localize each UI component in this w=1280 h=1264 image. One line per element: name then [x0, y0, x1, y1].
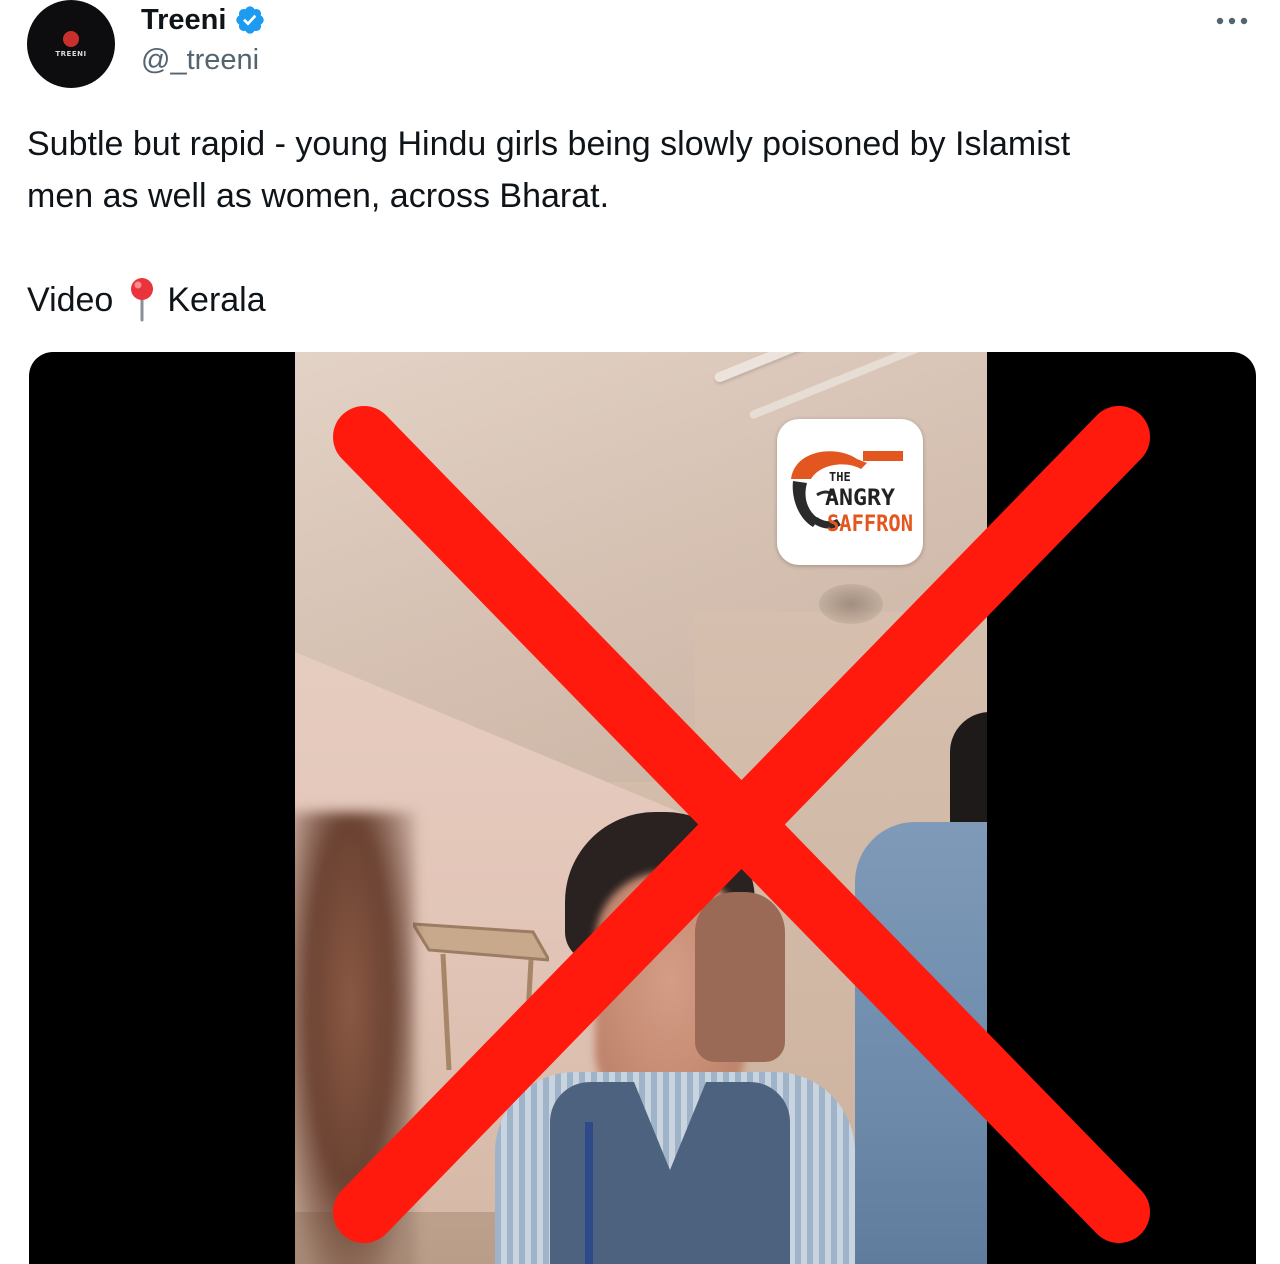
location-name: Kerala [167, 281, 266, 319]
avatar-text: TREENI [55, 49, 87, 58]
author-handle[interactable]: @_treeni [141, 44, 259, 77]
more-options-button[interactable] [1212, 8, 1252, 34]
location-prefix: Video [27, 281, 114, 319]
verified-badge-icon [236, 6, 265, 34]
tweet-text-line-1: Subtle but rapid - young Hindu girls bei… [27, 125, 1071, 163]
author-name-row: Treeni [141, 0, 266, 40]
tweet-text-line-2: men as well as women, across Bharat. [27, 177, 610, 215]
author-avatar[interactable]: TREENI [27, 0, 115, 88]
red-x-icon [333, 406, 1150, 1243]
location-line: Video Kerala [27, 274, 266, 326]
tweet-video[interactable]: THE ANGRY SAFFRON [29, 352, 1256, 1264]
more-options-icon [1216, 17, 1248, 25]
author-display-name[interactable]: Treeni [141, 4, 226, 37]
avatar-logo-icon [63, 30, 79, 47]
tweet-card: TREENI Treeni @_treeni Subtle but rapid … [0, 0, 1280, 1264]
tweet-text: Subtle but rapid - young Hindu girls bei… [27, 118, 1237, 222]
round-pushpin-icon [131, 278, 154, 322]
